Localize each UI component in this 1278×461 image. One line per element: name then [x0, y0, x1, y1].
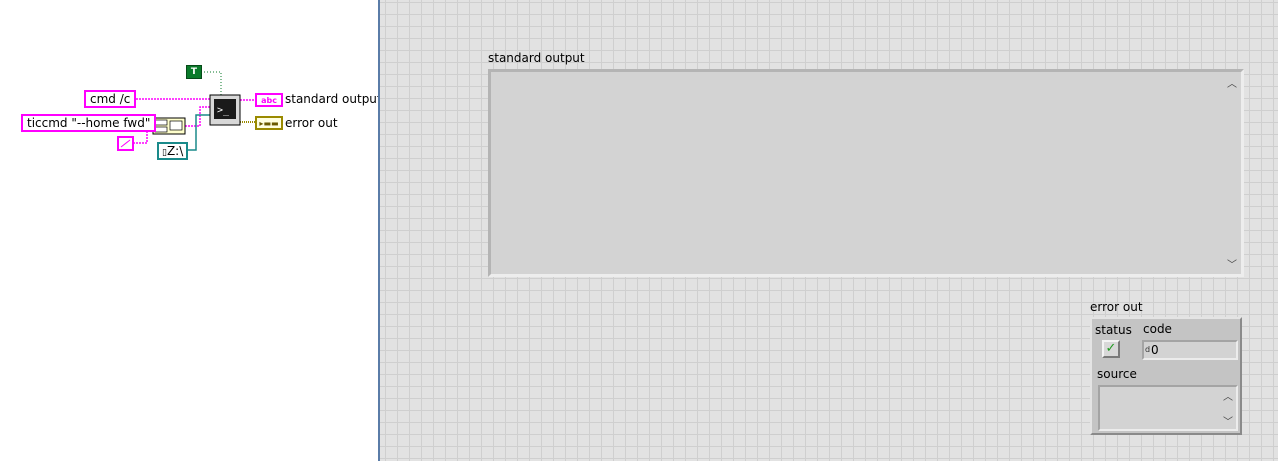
source-indicator[interactable]: ︿ ﹀	[1098, 385, 1238, 431]
bool-constant[interactable]: T	[186, 65, 202, 79]
cmd-string-constant[interactable]: cmd /c	[84, 90, 137, 108]
checkmark-icon: ✓	[1105, 341, 1117, 356]
ticcmd-string-constant[interactable]: ticcmd "--home fwd"	[21, 114, 157, 132]
standard-output-indicator[interactable]: ︿ ﹀	[488, 69, 1244, 277]
error-out-label: error out	[1090, 300, 1143, 314]
status-label: status	[1095, 323, 1132, 337]
system-exec-node[interactable]: >_	[209, 94, 241, 126]
stdout-terminal[interactable]: abc	[255, 93, 283, 107]
scroll-down-icon[interactable]: ﹀	[1227, 256, 1237, 271]
error-out-cluster[interactable]: status code ✓ d 0 source ︿ ﹀	[1090, 317, 1242, 435]
stdout-terminal-label: standard output	[285, 92, 382, 106]
empty-string-constant[interactable]	[117, 136, 134, 151]
error-terminal-label: error out	[285, 116, 338, 130]
block-diagram: >_ T cmd /c ticcmd "--home fwd" ▯Z:\ abc…	[0, 0, 382, 461]
source-scroll-up-icon[interactable]: ︿	[1223, 388, 1233, 403]
status-indicator[interactable]: ✓	[1102, 340, 1120, 358]
error-terminal[interactable]: ▸▬▬	[255, 116, 283, 130]
concatenate-strings-node[interactable]	[152, 117, 186, 135]
radix-indicator: d	[1145, 345, 1151, 354]
scroll-up-icon[interactable]: ︿	[1227, 75, 1237, 90]
code-indicator[interactable]: d 0	[1142, 340, 1238, 360]
path-value: Z:\	[166, 144, 184, 158]
source-scroll-down-icon[interactable]: ﹀	[1223, 413, 1233, 428]
code-value: 0	[1151, 343, 1159, 357]
front-panel: standard output ︿ ﹀ error out status cod…	[378, 0, 1278, 461]
code-label: code	[1143, 322, 1172, 336]
svg-text:>_: >_	[217, 105, 230, 116]
bool-wire	[201, 71, 222, 97]
path-constant[interactable]: ▯Z:\	[157, 142, 189, 160]
standard-output-value	[491, 72, 1241, 78]
path-wire	[185, 114, 210, 151]
source-label: source	[1097, 367, 1137, 381]
string-wire-empty	[133, 130, 153, 144]
string-wire-concat-out	[185, 106, 210, 127]
error-cluster-icon: ▸▬▬	[259, 119, 279, 128]
string-type-icon: abc	[261, 96, 277, 105]
standard-output-label: standard output	[488, 51, 585, 65]
